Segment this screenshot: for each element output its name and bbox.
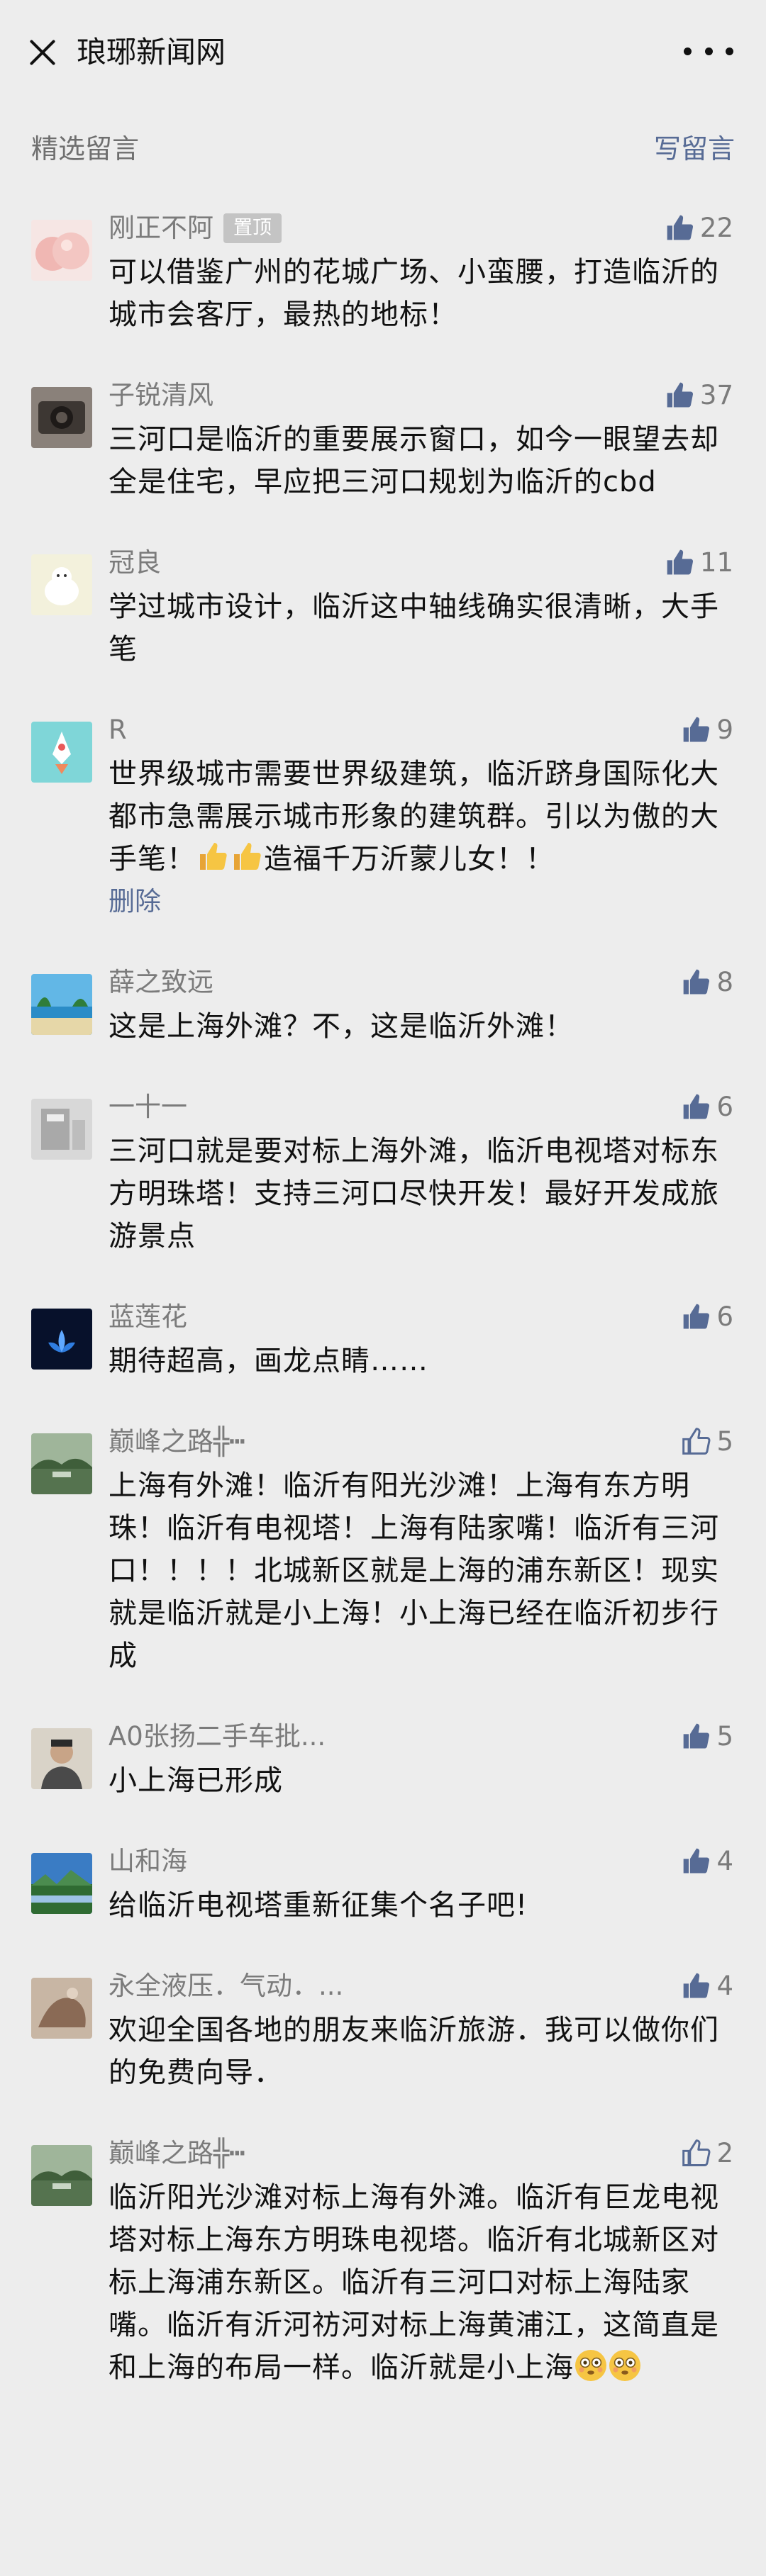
comment-nickname[interactable]: 巅峰之路╬┅ — [109, 2138, 245, 2168]
comment-nickname[interactable]: 薛之致远 — [109, 967, 213, 997]
like-button[interactable]: 4 — [681, 1969, 733, 2003]
comment-nickname[interactable]: 冠良 — [109, 547, 161, 578]
avatar[interactable] — [31, 554, 92, 615]
comment-text: 三河口就是要对标上海外滩，临沂电视塔对标东方明珠塔！支持三河口尽快开发！最好开发… — [109, 1135, 719, 1253]
write-comment-link[interactable]: 写留言 — [654, 130, 735, 167]
thumbs-up-filled-icon — [684, 1848, 710, 1874]
like-count: 5 — [716, 1721, 733, 1752]
like-count: 11 — [699, 547, 733, 578]
comment-nickname[interactable]: 巅峰之路╬┅ — [109, 1426, 245, 1457]
flushed-face-emoji-icon — [575, 2350, 606, 2381]
avatar[interactable] — [31, 1853, 92, 1914]
like-count: 2 — [716, 2138, 733, 2168]
comment-text: 欢迎全国各地的朋友来临沂旅游．我可以做你们的免费向导． — [109, 2014, 719, 2089]
like-button[interactable]: 5 — [681, 1425, 733, 1459]
comment-item: 山和海 4 给临沂电视塔重新征集个名子吧! — [0, 1839, 766, 1927]
like-count: 5 — [716, 1426, 733, 1457]
pinned-badge: 置顶 — [223, 213, 282, 243]
thumbs-up-filled-icon — [667, 215, 693, 240]
like-button[interactable]: 37 — [665, 379, 733, 413]
thumbs-up-emoji-icon — [200, 843, 227, 870]
like-count: 22 — [699, 213, 733, 243]
thumbs-up-filled-icon — [667, 549, 693, 575]
like-button[interactable]: 5 — [681, 1720, 733, 1754]
comment-text: 给临沂电视塔重新征集个名子吧! — [109, 1889, 528, 1922]
like-button[interactable]: 6 — [681, 1090, 733, 1124]
thumbs-up-filled-icon — [684, 717, 710, 742]
comment-text: 世界级城市需要世界级建筑，临沂跻身国际化大都市急需展示城市形象的建筑群。引以为傲… — [109, 758, 719, 875]
comment-item: R 9 世界级城市需要世界级建筑，临沂跻身国际化大都市急需展示城市形象的建筑群。… — [0, 707, 766, 923]
like-button[interactable]: 6 — [681, 1300, 733, 1334]
avatar[interactable] — [31, 2145, 92, 2206]
comment-nickname[interactable]: 山和海 — [109, 1846, 187, 1876]
like-count: 6 — [716, 1301, 733, 1332]
comment-nickname[interactable]: R — [109, 715, 127, 745]
like-count: 6 — [716, 1092, 733, 1122]
flushed-face-emoji-icon — [609, 2350, 640, 2381]
like-button[interactable]: 9 — [681, 713, 733, 747]
avatar[interactable] — [31, 1099, 92, 1160]
comment-text: 期待超高，画龙点睛…… — [109, 1345, 428, 1377]
comment-text: 上海有外滩！临沂有阳光沙滩！上海有东方明珠！临沂有电视塔！上海有陆家嘴！临沂有三… — [109, 1469, 719, 1672]
thumbs-up-filled-icon — [684, 1094, 710, 1119]
like-button[interactable]: 2 — [681, 2137, 733, 2171]
comment-nickname[interactable]: 永全液压．气动．... — [109, 1971, 343, 2001]
like-count: 9 — [716, 715, 733, 745]
close-icon[interactable] — [23, 33, 62, 72]
comment-nickname[interactable]: 子锐清风 — [109, 380, 213, 410]
delete-link[interactable]: 删除 — [109, 880, 733, 923]
avatar[interactable] — [31, 1433, 92, 1494]
comment-text: 三河口是临沂的重要展示窗口，如今一眼望去却全是住宅，早应把三河口规划为临沂的cb… — [109, 423, 719, 498]
like-count: 8 — [716, 967, 733, 997]
avatar[interactable] — [31, 974, 92, 1035]
more-icon[interactable] — [684, 43, 733, 60]
comment-item: 巅峰之路╬┅ 2 临沂阳光沙滩对标上海有外滩。临沂有巨龙电视塔对标上海东方明珠电… — [0, 2131, 766, 2389]
comment-list: 刚正不阿 置顶 22 可以借鉴广州的花城广场、小蛮腰，打造临沂的城市会客厅，最热的… — [0, 206, 766, 2426]
avatar[interactable] — [31, 1309, 92, 1370]
comment-nickname[interactable]: A0张扬二手车批... — [109, 1721, 326, 1752]
comment-text: 可以借鉴广州的花城广场、小蛮腰，打造临沂的城市会客厅，最热的地标！ — [109, 256, 719, 331]
comment-item: 刚正不阿 置顶 22 可以借鉴广州的花城广场、小蛮腰，打造临沂的城市会客厅，最热的… — [0, 206, 766, 336]
comment-nickname[interactable]: 蓝莲花 — [109, 1301, 187, 1332]
thumbs-up-outline-icon — [682, 1428, 711, 1455]
comment-item: 一十一 6 三河口就是要对标上海外滩，临沂电视塔对标东方明珠塔！支持三河口尽快开… — [0, 1085, 766, 1258]
section-title: 精选留言 — [31, 133, 140, 164]
comment-item: 冠良 11 学过城市设计，临沂这中轴线确实很清晰，大手笔 — [0, 540, 766, 671]
comment-text: 小上海已形成 — [109, 1764, 283, 1797]
page-title: 琅琊新闻网 — [77, 35, 226, 69]
avatar[interactable] — [31, 387, 92, 448]
thumbs-up-filled-icon — [684, 1304, 710, 1329]
comment-item: 子锐清风 37 三河口是临沂的重要展示窗口，如今一眼望去却全是住宅，早应把三河口… — [0, 373, 766, 503]
comment-item: 巅峰之路╬┅ 5 上海有外滩！临沂有阳光沙滩！上海有东方明珠！临沂有电视塔！上海… — [0, 1419, 766, 1677]
comment-item: 薛之致远 8 这是上海外滩？不，这是临沂外滩！ — [0, 960, 766, 1048]
top-bar: 琅琊新闻网 — [0, 0, 766, 103]
section-header: 精选留言 写留言 — [0, 121, 766, 177]
avatar[interactable] — [31, 1978, 92, 2039]
avatar[interactable] — [31, 220, 92, 281]
avatar[interactable] — [31, 722, 92, 783]
thumbs-up-filled-icon — [667, 382, 693, 408]
comment-text: 临沂阳光沙滩对标上海有外滩。临沂有巨龙电视塔对标上海东方明珠电视塔。临沂有北城新… — [109, 2181, 719, 2384]
thumbs-up-emoji-icon — [234, 843, 261, 870]
like-count: 4 — [716, 1846, 733, 1876]
comment-text: 学过城市设计，临沂这中轴线确实很清晰，大手笔 — [109, 590, 719, 666]
comment-text: 这是上海外滩？不，这是临沂外滩！ — [109, 1010, 574, 1043]
thumbs-up-filled-icon — [684, 1973, 710, 1998]
thumbs-up-filled-icon — [684, 969, 710, 995]
like-button[interactable]: 22 — [665, 211, 733, 245]
comment-nickname[interactable]: 一十一 — [109, 1092, 187, 1122]
comment-item: A0张扬二手车批... 5 小上海已形成 — [0, 1714, 766, 1802]
like-count: 4 — [716, 1971, 733, 2001]
like-button[interactable]: 8 — [681, 965, 733, 999]
like-button[interactable]: 4 — [681, 1844, 733, 1878]
avatar[interactable] — [31, 1728, 92, 1789]
like-count: 37 — [699, 380, 733, 410]
comment-item: 蓝莲花 6 期待超高，画龙点睛…… — [0, 1294, 766, 1382]
comment-item: 永全液压．气动．... 4 欢迎全国各地的朋友来临沂旅游．我可以做你们的免费向导… — [0, 1964, 766, 2094]
thumbs-up-outline-icon — [682, 2139, 711, 2166]
thumbs-up-filled-icon — [684, 1723, 710, 1749]
like-button[interactable]: 11 — [665, 546, 733, 580]
comment-nickname[interactable]: 刚正不阿 — [109, 213, 213, 243]
